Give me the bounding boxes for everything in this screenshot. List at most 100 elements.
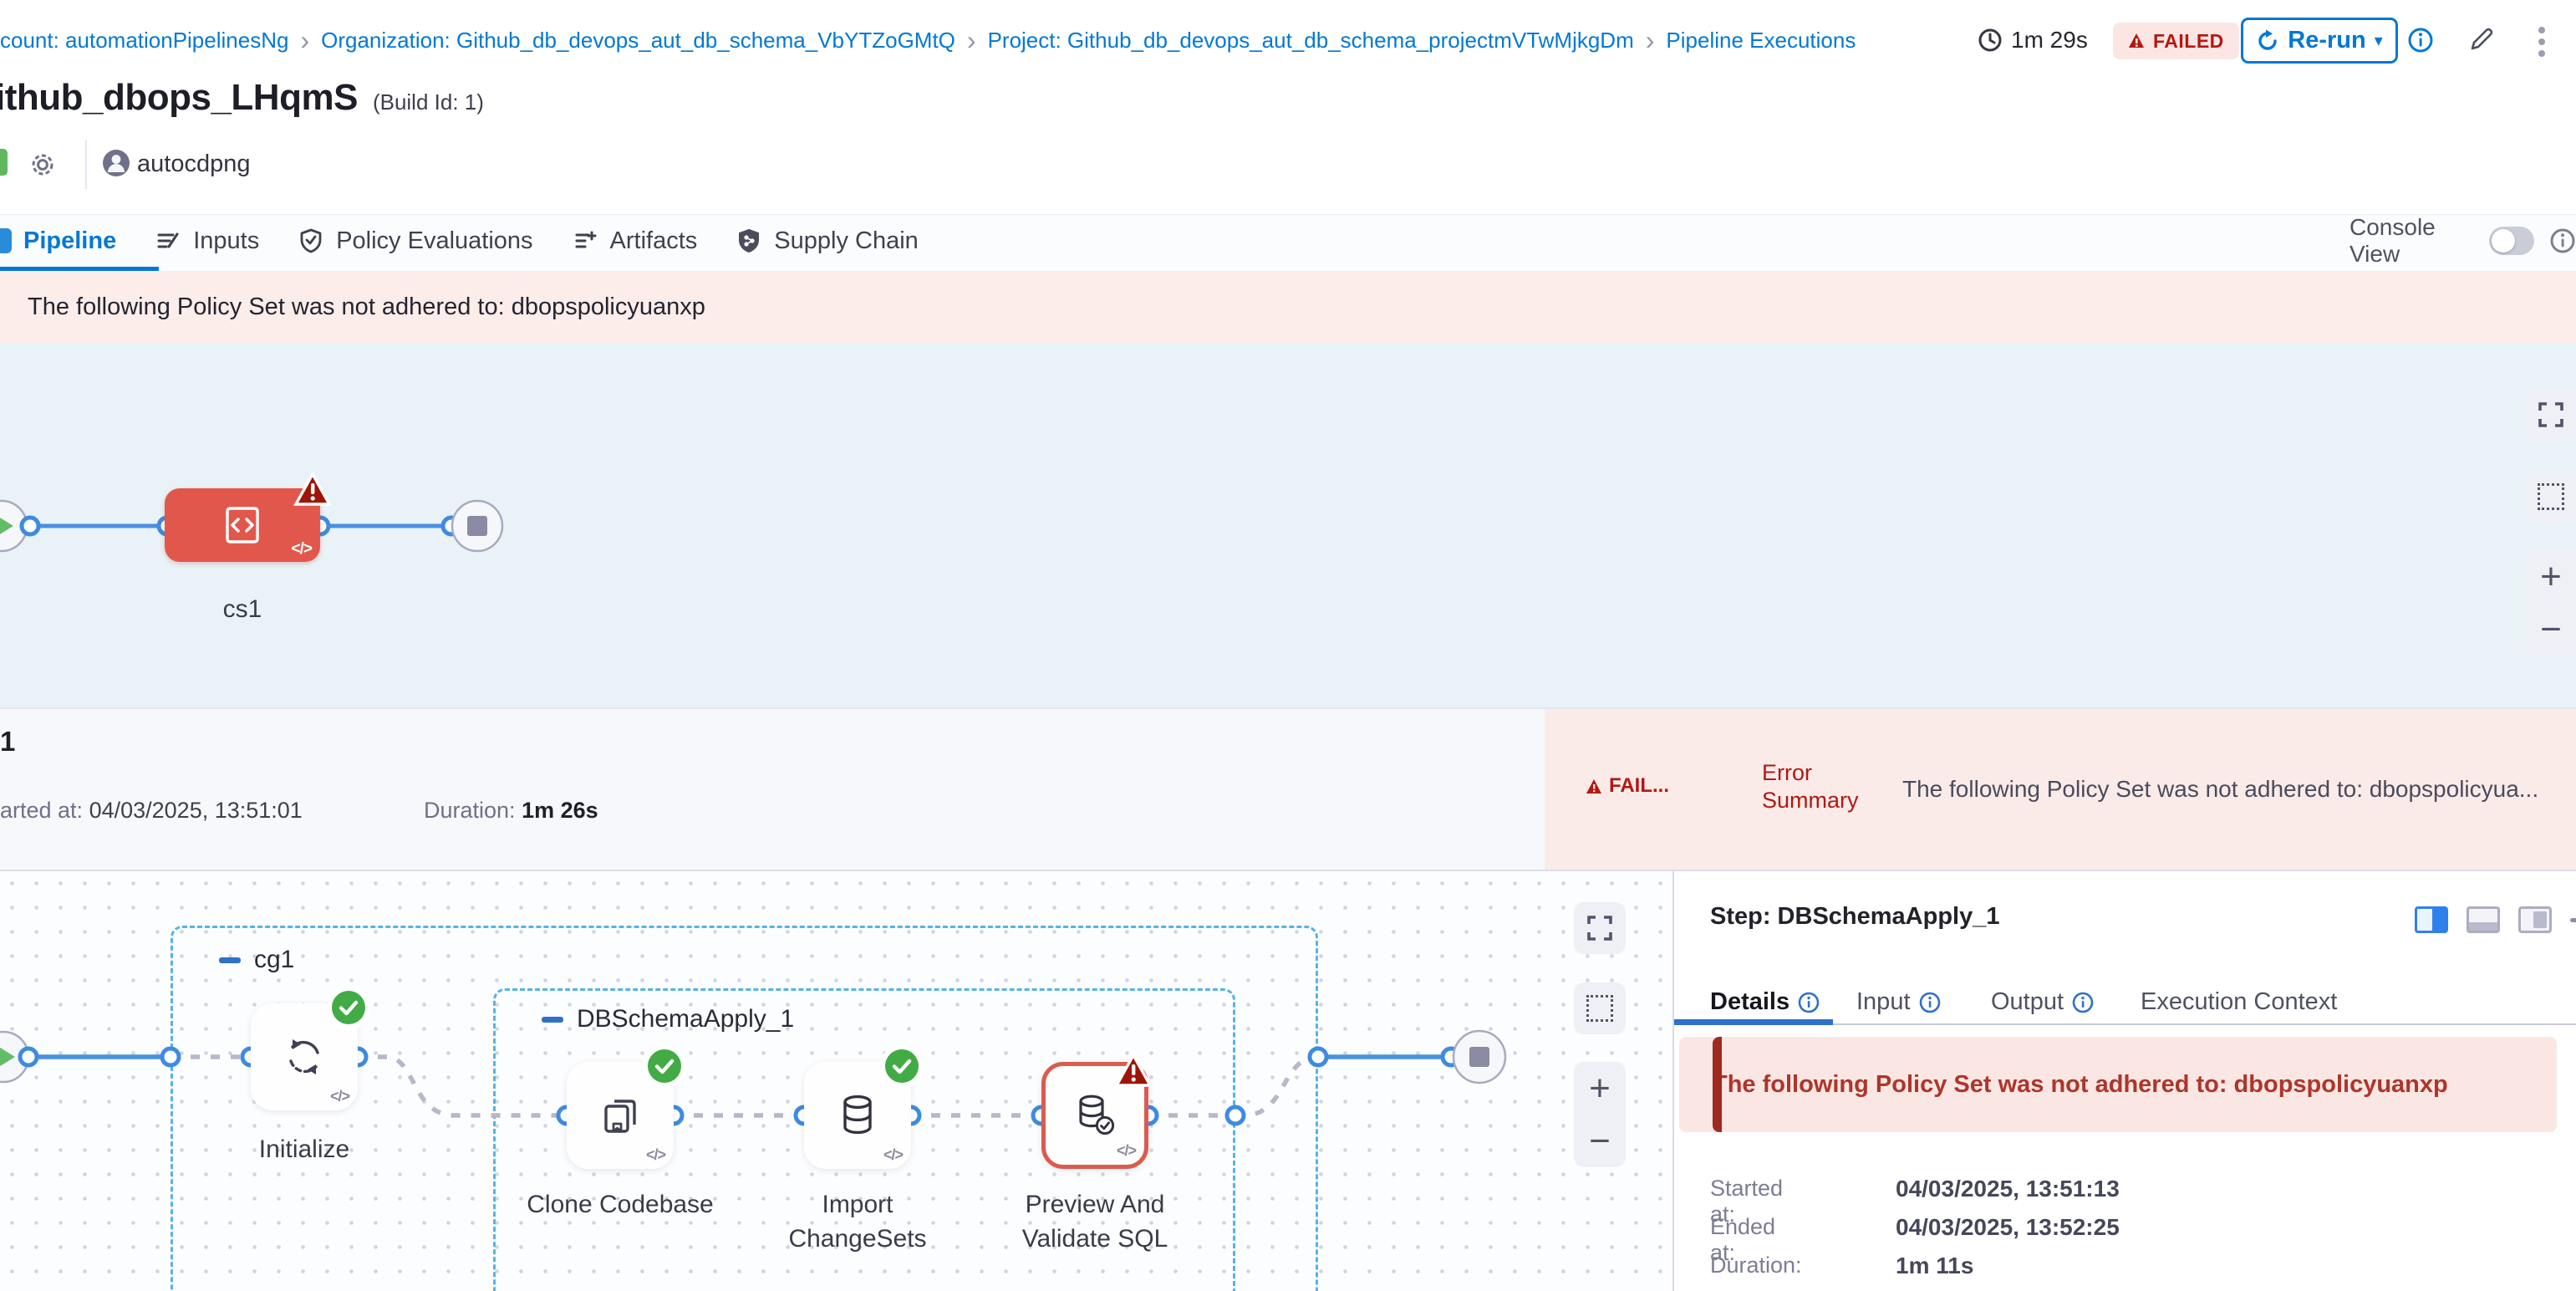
stage-error-strip: FAIL... Error Summary The following Poli… — [1545, 709, 2576, 870]
step-node-label: Clone Codebase — [517, 1187, 724, 1222]
divider — [85, 140, 87, 189]
step-node-preview-validate-sql[interactable]: </> — [1041, 1062, 1148, 1169]
tab-supply-chain-label: Supply Chain — [774, 227, 919, 255]
page-title: ithub_dbops_LHqmS — [0, 77, 358, 119]
tab-input[interactable]: Input — [1856, 988, 1941, 1016]
policy-warning-banner: The following Policy Set was not adhered… — [0, 271, 2576, 343]
marquee-select-button[interactable] — [1574, 982, 1626, 1034]
rerun-button[interactable]: Re-run ▾ — [2241, 18, 2398, 64]
stage-started-at: arted at: 04/03/2025, 13:51:01 — [0, 798, 303, 824]
step-graph-canvas[interactable]: cg1 DBSchemaApply_1 — [0, 871, 1671, 1291]
pipeline-icon — [0, 228, 12, 253]
error-left-bar — [1713, 1037, 1722, 1132]
layout-bottom-panel-icon[interactable] — [2467, 906, 2500, 933]
elapsed-time: 1m 29s — [1978, 0, 2088, 80]
failed-warning-badge-icon — [1114, 1053, 1153, 1089]
info-icon[interactable] — [2072, 992, 2094, 1013]
stage-graph-canvas[interactable]: </> cs1 + − — [0, 343, 2576, 707]
detail-value: 04/03/2025, 13:52:25 — [1896, 1214, 2120, 1241]
edit-pencil-icon[interactable] — [2466, 25, 2496, 55]
breadcrumb-account[interactable]: count: automationPipelinesNg — [0, 28, 288, 54]
stage-node-label: cs1 — [165, 595, 320, 624]
database-icon — [833, 1091, 882, 1140]
caret-down-icon: ▾ — [2375, 30, 2383, 51]
warning-triangle-icon — [2128, 33, 2145, 49]
zoom-out-button[interactable]: − — [2525, 603, 2576, 656]
graph-controls: + − — [2525, 343, 2576, 707]
meta-row: autocdpng — [0, 140, 1003, 189]
info-icon[interactable] — [2407, 27, 2434, 54]
success-check-icon — [647, 1049, 682, 1084]
tab-supply-chain[interactable]: Supply Chain — [736, 227, 919, 255]
zoom-in-button[interactable]: + — [2525, 550, 2576, 603]
triggered-by-user: autocdpng — [137, 151, 250, 178]
stage-name: 1 — [0, 726, 15, 758]
tab-pipeline[interactable]: Pipeline — [0, 227, 116, 255]
marquee-select-button[interactable] — [2525, 471, 2576, 523]
layout-split-right-icon[interactable] — [2415, 906, 2448, 933]
zoom-controls: + − — [2525, 550, 2576, 656]
error-summary-label: Error Summary — [1762, 759, 1871, 814]
duration-value: 1m 26s — [522, 798, 598, 823]
code-tag-icon: </> — [1117, 1142, 1136, 1160]
elapsed-value: 1m 29s — [2011, 27, 2088, 54]
step-error-box: The following Policy Set was not adhered… — [1679, 1037, 2557, 1132]
tab-list: Pipeline Inputs Policy Evaluations Artif… — [0, 215, 919, 267]
error-summary-text: The following Policy Set was not adhered… — [1902, 776, 2538, 803]
inputs-icon — [155, 227, 181, 254]
tab-execution-context[interactable]: Execution Context — [2141, 988, 2337, 1016]
gear-icon[interactable] — [27, 149, 59, 181]
breadcrumb-pipeline-executions[interactable]: Pipeline Executions — [1666, 28, 1856, 54]
console-view-label: Console View — [2349, 214, 2474, 268]
tab-pipeline-label: Pipeline — [23, 227, 116, 255]
database-check-icon — [1071, 1091, 1119, 1140]
fullscreen-button[interactable] — [1574, 902, 1626, 954]
graph-controls: + − — [1574, 871, 1626, 1291]
warning-triangle-icon — [1586, 778, 1602, 794]
tab-inputs[interactable]: Inputs — [155, 227, 259, 255]
duration-label: Duration: — [424, 798, 516, 823]
minimize-panel-icon[interactable] — [2570, 918, 2576, 922]
pipeline-execution-page: count: automationPipelinesNg › Organizat… — [0, 0, 2576, 1291]
chevron-right-icon: › — [967, 27, 976, 54]
rerun-label: Re-run — [2288, 27, 2365, 54]
tab-details-label: Details — [1710, 988, 1789, 1016]
step-node-import-changesets[interactable]: </> — [804, 1062, 911, 1169]
stage-node-cs1[interactable]: </> — [165, 488, 320, 562]
tab-details[interactable]: Details — [1710, 988, 1820, 1016]
tab-artifacts[interactable]: Artifacts — [572, 227, 698, 255]
policy-warning-text: The following Policy Set was not adhered… — [28, 293, 705, 321]
step-node-initialize[interactable]: </> — [251, 1003, 358, 1110]
failed-warning-badge-icon — [293, 472, 332, 507]
tab-policy-evaluations[interactable]: Policy Evaluations — [298, 227, 532, 255]
user-avatar-icon — [100, 147, 132, 179]
tab-policy-label: Policy Evaluations — [336, 227, 532, 255]
breadcrumb-organization[interactable]: Organization: Github_db_devops_aut_db_sc… — [321, 28, 955, 54]
fullscreen-button[interactable] — [2525, 389, 2576, 441]
success-check-icon — [884, 1049, 919, 1084]
zoom-controls: + − — [1574, 1062, 1626, 1167]
info-icon[interactable] — [1798, 992, 1820, 1013]
top-bar: count: automationPipelinesNg › Organizat… — [0, 0, 2576, 80]
tab-output[interactable]: Output — [1991, 988, 2094, 1016]
clock-icon — [1978, 28, 2003, 53]
custom-stage-icon — [219, 502, 266, 549]
console-view-toggle[interactable] — [2489, 227, 2534, 255]
stage-graph-wires — [0, 343, 2576, 707]
step-node-label: Initialize — [201, 1132, 408, 1166]
zoom-in-button[interactable]: + — [1574, 1062, 1626, 1115]
info-icon[interactable] — [2549, 227, 2576, 254]
panel-layout-controls — [2415, 906, 2576, 933]
active-tab-underline — [1674, 1019, 1833, 1025]
stage-duration: Duration: 1m 26s — [424, 798, 598, 824]
kebab-menu-icon[interactable] — [2538, 22, 2546, 62]
detail-value: 1m 11s — [1896, 1253, 1973, 1279]
step-node-label: Preview And Validate SQL — [991, 1187, 1199, 1256]
step-node-clone-codebase[interactable]: </> — [567, 1062, 674, 1169]
zoom-out-button[interactable]: − — [1574, 1115, 1626, 1167]
info-icon[interactable] — [1919, 992, 1941, 1013]
breadcrumb-project[interactable]: Project: Github_db_devops_aut_db_schema_… — [988, 28, 1634, 54]
detail-value: 04/03/2025, 13:51:13 — [1896, 1176, 2120, 1202]
tab-execution-context-label: Execution Context — [2141, 988, 2337, 1016]
layout-floating-panel-icon[interactable] — [2518, 906, 2552, 933]
